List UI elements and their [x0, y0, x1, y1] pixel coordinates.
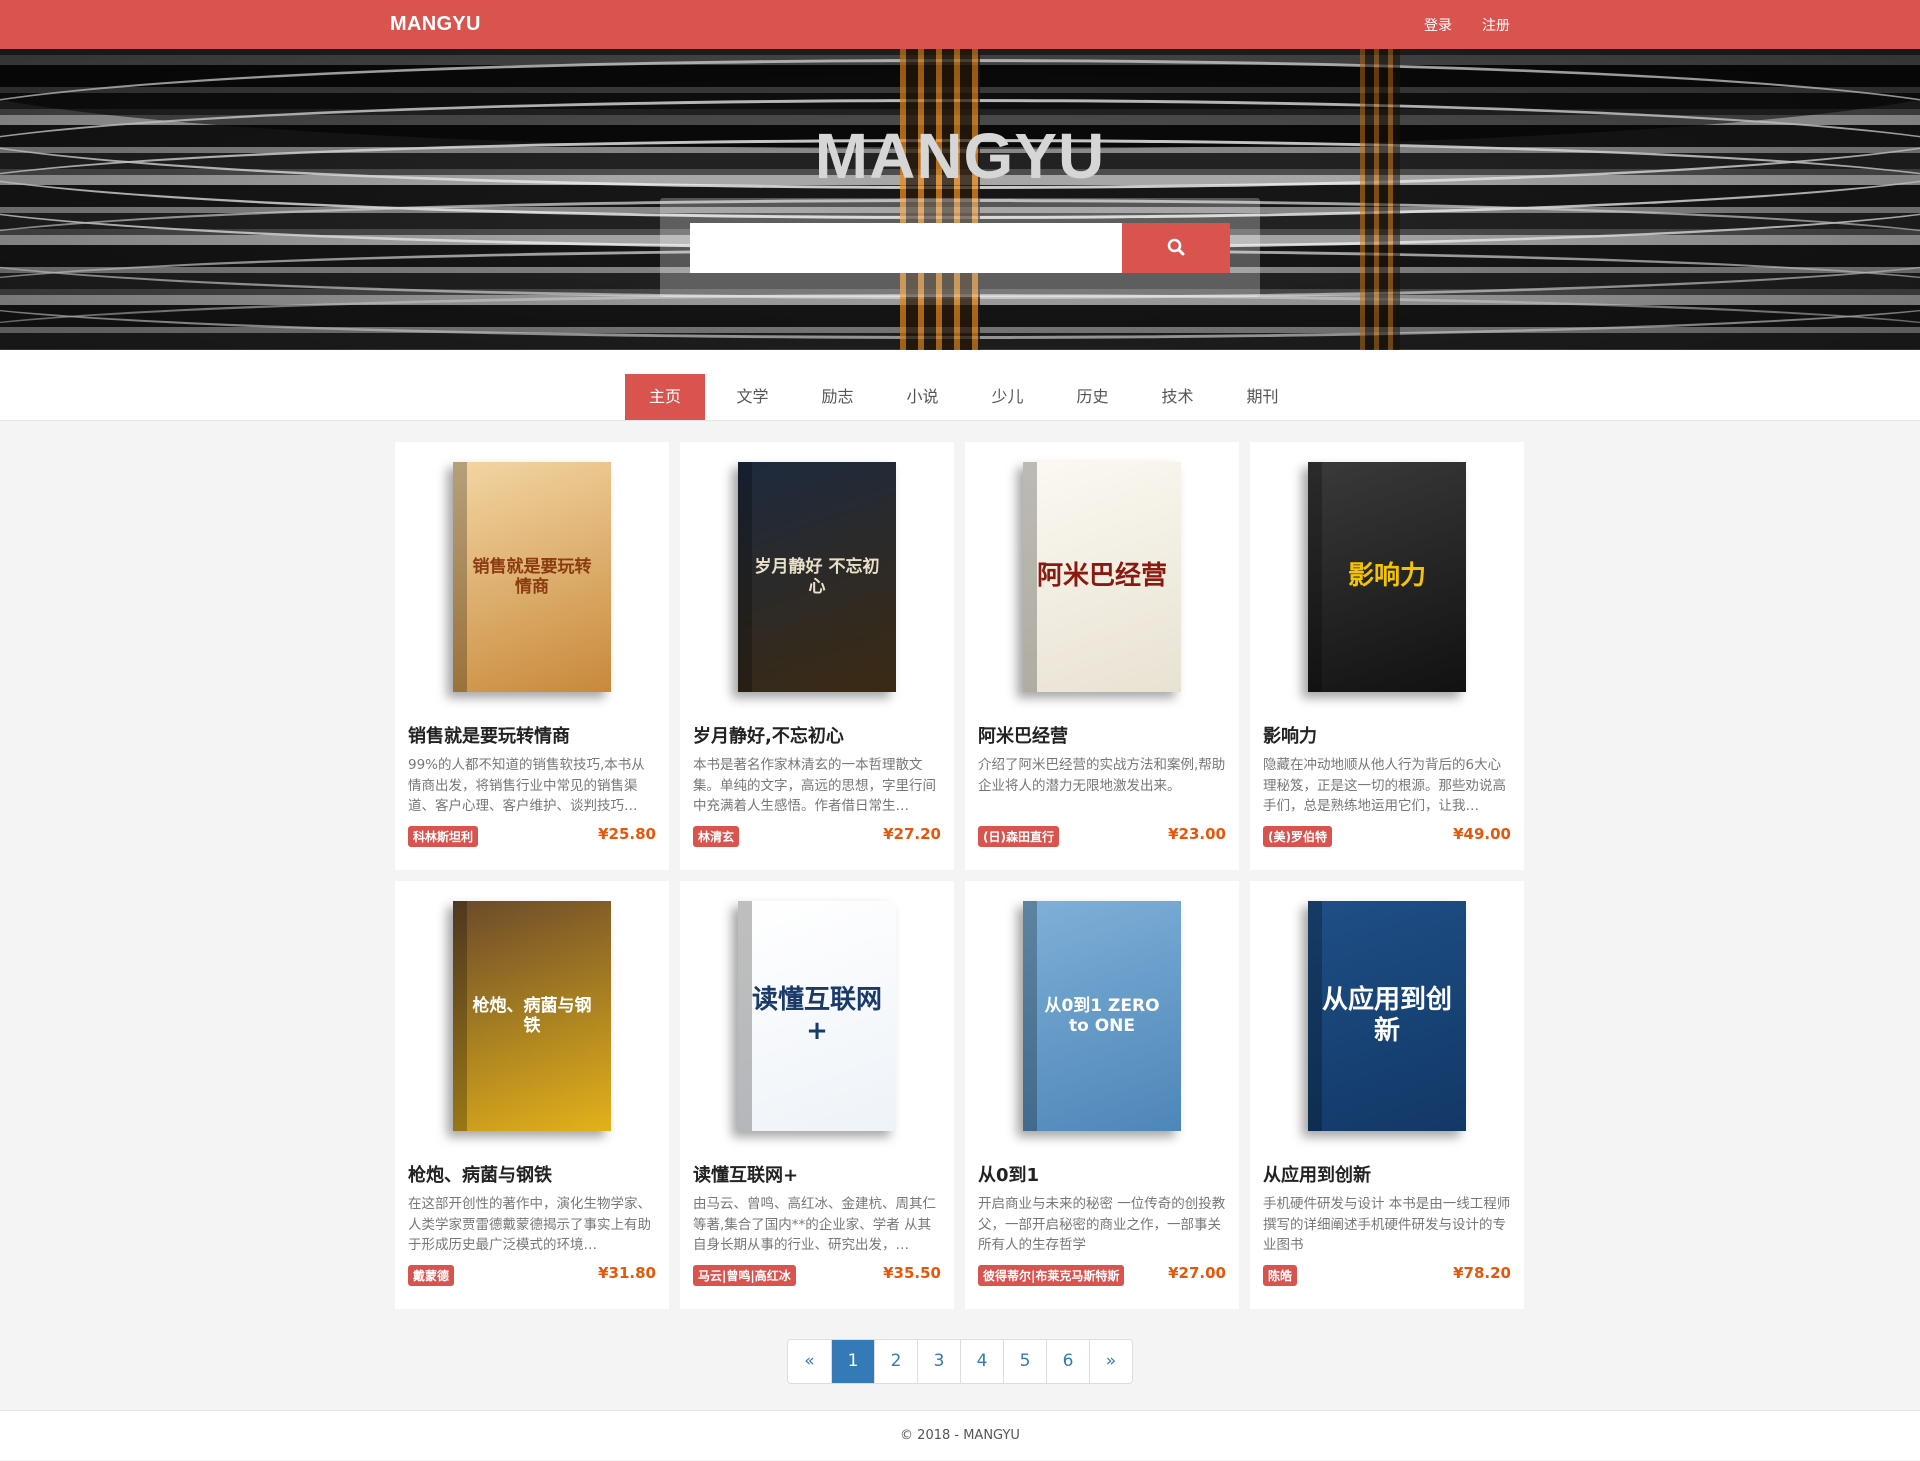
author-badge: 陈皓	[1263, 1265, 1298, 1286]
book-card[interactable]: 岁月静好 不忘初心 岁月静好,不忘初心 本书是著名作家林清玄的一本哲理散文集。单…	[680, 442, 954, 870]
book-cover-text: 销售就是要玩转情商	[472, 556, 592, 597]
tab-4[interactable]: 少儿	[965, 374, 1050, 420]
page-2[interactable]: 2	[874, 1340, 917, 1383]
book-cover-text: 岁月静好 不忘初心	[754, 556, 880, 597]
book-price: ¥25.80	[598, 825, 656, 843]
search-input[interactable]	[690, 223, 1122, 273]
book-cover[interactable]: 读懂互联网+	[680, 896, 954, 1136]
book-description: 介绍了阿米巴经营的实战方法和案例,帮助企业将人的潜力无限地激发出来。	[978, 757, 1226, 794]
book-cover[interactable]: 枪炮、病菌与钢铁	[395, 896, 669, 1136]
book-cover-image: 岁月静好 不忘初心	[738, 462, 896, 692]
book-title[interactable]: 从应用到创新	[1263, 1161, 1371, 1187]
book-cover[interactable]: 从应用到创新	[1250, 896, 1524, 1136]
book-cover-image: 销售就是要玩转情商	[453, 462, 611, 692]
book-spine	[1308, 462, 1322, 692]
login-link[interactable]: 登录	[1424, 15, 1452, 35]
book-title[interactable]: 销售就是要玩转情商	[408, 722, 570, 748]
book-cover-text: 读懂互联网+	[751, 984, 882, 1046]
auth-links: 登录 注册	[1424, 15, 1510, 35]
book-description: 开启商业与未来的秘密 一位传奇的创投教父，一部开启秘密的商业之作，一部事关所有人…	[978, 1196, 1226, 1253]
book-cover-image: 从0到1 ZERO to ONE	[1023, 901, 1181, 1131]
book-cover-text: 影响力	[1347, 561, 1426, 592]
page-1[interactable]: 1	[831, 1340, 874, 1383]
category-nav: 主页 文学 励志 小说 少儿 历史 技术 期刊	[0, 350, 1920, 421]
book-cover[interactable]: 影响力	[1250, 457, 1524, 697]
page-4[interactable]: 4	[960, 1340, 1003, 1383]
book-description: 在这部开创性的著作中，演化生物学家、人类学家贾雷德戴蒙德揭示了事实上有助于形成历…	[408, 1196, 651, 1253]
book-cover-image: 读懂互联网+	[738, 901, 896, 1131]
book-title[interactable]: 从0到1	[978, 1161, 1039, 1187]
book-cover-text: 枪炮、病菌与钢铁	[472, 995, 592, 1036]
brand-logo[interactable]: MANGYU	[390, 13, 481, 36]
footer: © 2018 - MANGYU	[0, 1410, 1920, 1460]
page-5[interactable]: 5	[1003, 1340, 1046, 1383]
book-price: ¥23.00	[1168, 825, 1226, 843]
book-price: ¥27.00	[1168, 1264, 1226, 1282]
book-title[interactable]: 阿米巴经营	[978, 722, 1068, 748]
author-badge: 戴蒙德	[408, 1265, 455, 1286]
book-card[interactable]: 枪炮、病菌与钢铁 枪炮、病菌与钢铁 在这部开创性的著作中，演化生物学家、人类学家…	[395, 881, 669, 1309]
book-cover-image: 枪炮、病菌与钢铁	[453, 901, 611, 1131]
book-title[interactable]: 读懂互联网+	[693, 1161, 798, 1187]
author-badge: 彼得蒂尔|布莱克马斯特斯	[978, 1265, 1125, 1286]
book-card[interactable]: 阿米巴经营 阿米巴经营 介绍了阿米巴经营的实战方法和案例,帮助企业将人的潜力无限…	[965, 442, 1239, 870]
book-description: 隐藏在冲动地顺从他人行为背后的6大心理秘笈，正是这一切的根源。那些劝说高手们，总…	[1263, 757, 1506, 814]
register-link[interactable]: 注册	[1482, 15, 1510, 35]
author-badge: (美)罗伯特	[1263, 826, 1332, 847]
book-price: ¥27.20	[883, 825, 941, 843]
tab-0[interactable]: 主页	[625, 374, 705, 420]
tab-2[interactable]: 励志	[795, 374, 880, 420]
hero-banner: MANGYU	[0, 49, 1920, 350]
page-3[interactable]: 3	[917, 1340, 960, 1383]
book-price: ¥78.20	[1453, 1264, 1511, 1282]
book-cover[interactable]: 销售就是要玩转情商	[395, 457, 669, 697]
page-6[interactable]: 6	[1046, 1340, 1089, 1383]
book-description: 由马云、曾鸣、高红冰、金建杭、周其仁等著,集合了国内**的企业家、学者 从其自身…	[693, 1196, 936, 1253]
book-description: 手机硬件研发与设计 本书是由一线工程师撰写的详细阐述手机硬件研发与设计的专业图书	[1263, 1196, 1511, 1253]
hero-title: MANGYU	[814, 120, 1106, 192]
tab-6[interactable]: 技术	[1135, 374, 1220, 420]
author-badge: (日)森田直行	[978, 826, 1059, 847]
pagination: «1 2 3 4 5 6»	[787, 1339, 1133, 1384]
book-title[interactable]: 岁月静好,不忘初心	[693, 722, 844, 748]
next-page-button[interactable]: »	[1089, 1340, 1132, 1383]
book-cover-text: 从应用到创新	[1321, 984, 1452, 1046]
book-card[interactable]: 从0到1 ZERO to ONE 从0到1 开启商业与未来的秘密 一位传奇的创投…	[965, 881, 1239, 1309]
book-description: 本书是著名作家林清玄的一本哲理散文集。单纯的文字，高远的思想，字里行间中充满着人…	[693, 757, 936, 814]
book-card[interactable]: 影响力 影响力 隐藏在冲动地顺从他人行为背后的6大心理秘笈，正是这一切的根源。那…	[1250, 442, 1524, 870]
book-price: ¥49.00	[1453, 825, 1511, 843]
author-badge: 马云|曾鸣|高红冰	[693, 1265, 796, 1286]
tab-7[interactable]: 期刊	[1220, 374, 1305, 420]
prev-page-button[interactable]: «	[788, 1340, 831, 1383]
book-price: ¥31.80	[598, 1264, 656, 1282]
book-cover-image: 影响力	[1308, 462, 1466, 692]
tab-5[interactable]: 历史	[1050, 374, 1135, 420]
book-cover-text: 阿米巴经营	[1036, 561, 1167, 592]
book-grid: 销售就是要玩转情商 销售就是要玩转情商 99%的人都不知道的销售软技巧,本书从情…	[395, 442, 1525, 1309]
category-tabs: 主页 文学 励志 小说 少儿 历史 技术 期刊	[625, 374, 1305, 420]
book-cover-image: 从应用到创新	[1308, 901, 1466, 1131]
book-description: 99%的人都不知道的销售软技巧,本书从情商出发，将销售行业中常见的销售渠道、客户…	[408, 757, 645, 814]
book-card[interactable]: 从应用到创新 从应用到创新 手机硬件研发与设计 本书是由一线工程师撰写的详细阐述…	[1250, 881, 1524, 1309]
book-cover-text: 从0到1 ZERO to ONE	[1044, 995, 1160, 1036]
book-cover[interactable]: 岁月静好 不忘初心	[680, 457, 954, 697]
author-badge: 林清玄	[693, 826, 740, 847]
tab-1[interactable]: 文学	[710, 374, 795, 420]
book-card[interactable]: 读懂互联网+ 读懂互联网+ 由马云、曾鸣、高红冰、金建杭、周其仁等著,集合了国内…	[680, 881, 954, 1309]
book-cover[interactable]: 阿米巴经营	[965, 457, 1239, 697]
book-price: ¥35.50	[883, 1264, 941, 1282]
book-card[interactable]: 销售就是要玩转情商 销售就是要玩转情商 99%的人都不知道的销售软技巧,本书从情…	[395, 442, 669, 870]
book-cover[interactable]: 从0到1 ZERO to ONE	[965, 896, 1239, 1136]
tab-3[interactable]: 小说	[880, 374, 965, 420]
search-button[interactable]	[1122, 223, 1230, 273]
book-title[interactable]: 枪炮、病菌与钢铁	[408, 1161, 552, 1187]
search-icon	[1167, 238, 1185, 259]
book-cover-image: 阿米巴经营	[1023, 462, 1181, 692]
search-panel	[660, 198, 1260, 297]
top-navbar: MANGYU 登录 注册	[0, 0, 1920, 49]
author-badge: 科林斯坦利	[408, 826, 479, 847]
book-title[interactable]: 影响力	[1263, 722, 1317, 748]
